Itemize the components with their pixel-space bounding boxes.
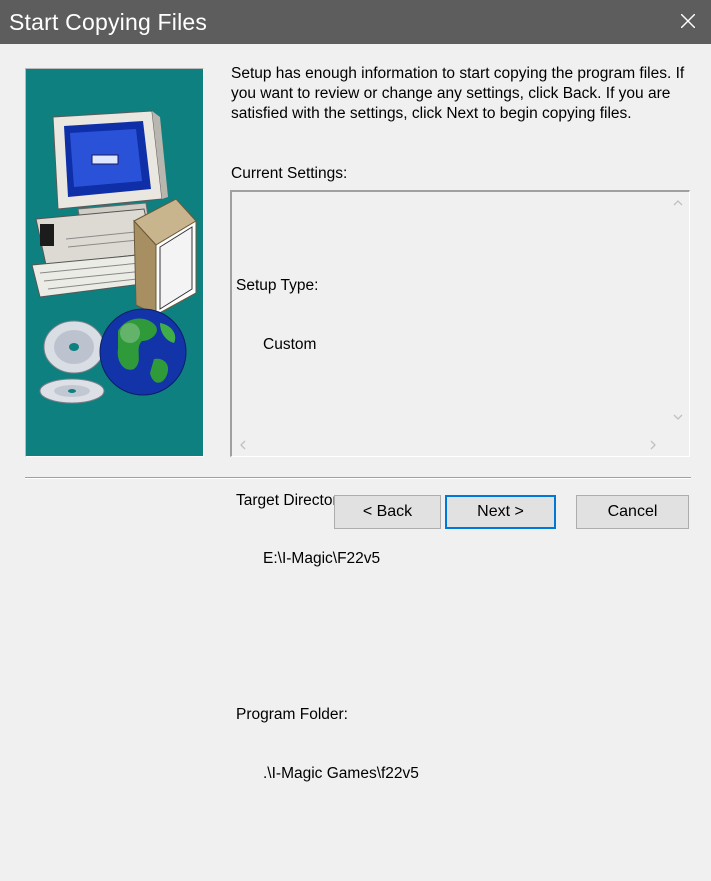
window-title: Start Copying Files <box>9 9 208 35</box>
horizontal-scrollbar[interactable] <box>232 434 667 456</box>
close-button[interactable] <box>665 0 711 44</box>
divider <box>25 477 691 479</box>
setting-program-folder: Program Folder: .\I-Magic Games\f22v5 <box>236 666 419 822</box>
setting-value: Custom <box>263 335 317 353</box>
setup-illustration <box>25 68 204 457</box>
vertical-scrollbar[interactable] <box>667 192 689 432</box>
title-bar: Start Copying Files <box>0 0 711 44</box>
current-settings-label: Current Settings: <box>231 165 348 182</box>
next-button[interactable]: Next > <box>445 495 556 529</box>
setting-setup-type: Setup Type: Custom <box>236 237 419 393</box>
setting-value: .\I-Magic Games\f22v5 <box>263 764 419 782</box>
intro-text: Setup has enough information to start co… <box>231 65 685 122</box>
globe-illustration <box>99 308 187 396</box>
setting-label: Setup Type: <box>236 277 319 294</box>
current-settings-box[interactable]: Setup Type: Custom Target Directory: E:\… <box>230 190 690 782</box>
cancel-button[interactable]: Cancel <box>576 495 689 529</box>
setting-label: Program Folder: <box>236 706 348 723</box>
scroll-left-icon[interactable] <box>240 440 246 450</box>
cd-disc-illustration <box>39 320 105 404</box>
scroll-right-icon[interactable] <box>650 440 656 450</box>
setting-target-directory: Target Directory: E:\I-Magic\F22v5 <box>236 452 419 608</box>
back-button[interactable]: < Back <box>334 495 441 529</box>
scroll-down-icon[interactable] <box>673 414 683 420</box>
setting-value: E:\I-Magic\F22v5 <box>263 550 381 567</box>
settings-content: Setup Type: Custom Target Directory: E:\… <box>236 198 419 881</box>
scroll-up-icon[interactable] <box>673 200 683 206</box>
computer-illustration <box>31 110 197 316</box>
close-icon <box>681 14 695 28</box>
scrollbar-corner <box>667 434 689 456</box>
